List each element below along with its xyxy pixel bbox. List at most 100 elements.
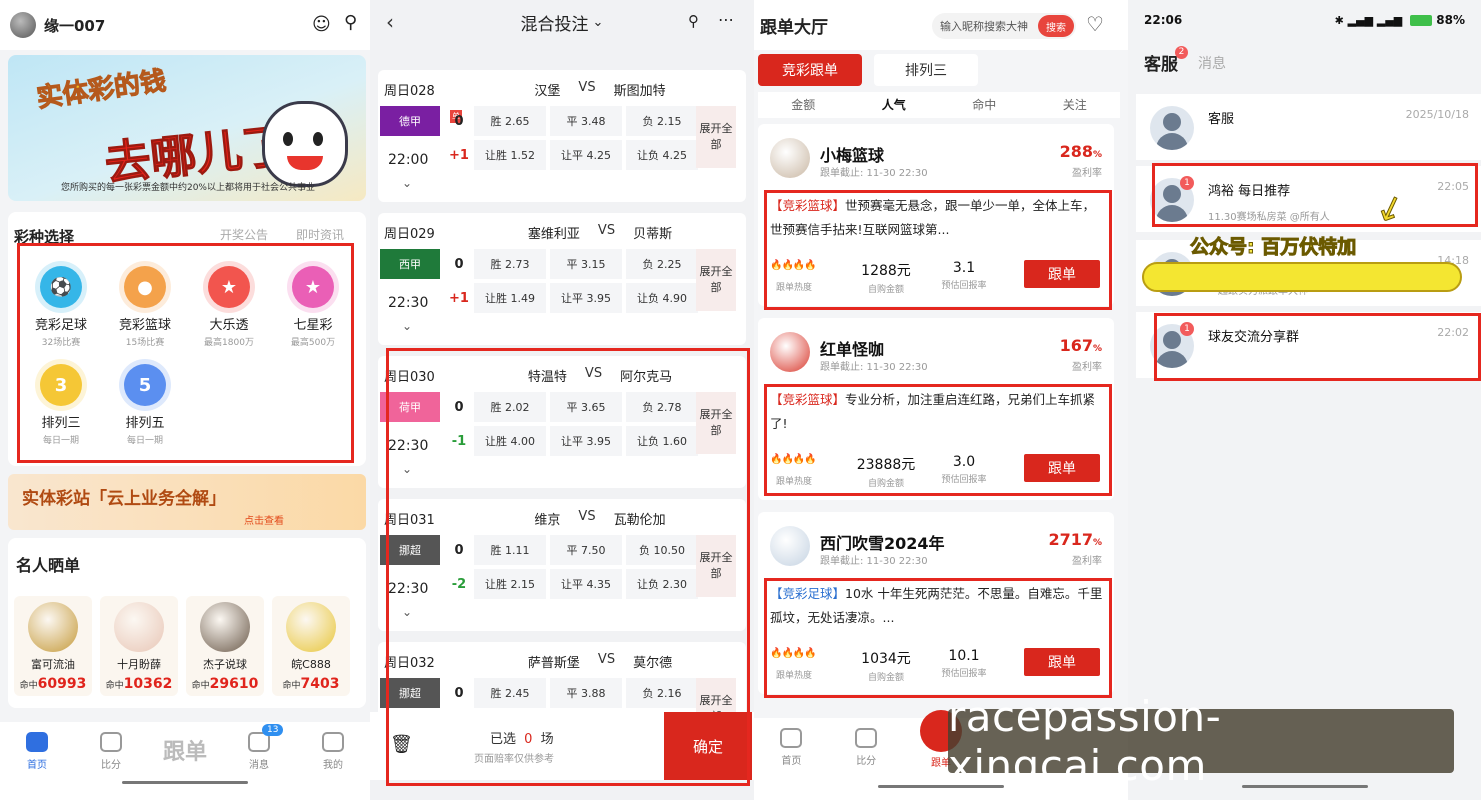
sort-amount[interactable]: 金额 [758, 92, 849, 118]
handicap-odds-row: +1 让胜 1.49 让平 3.95 让负 4.90 [448, 283, 698, 313]
follow-hall-screen: 跟单大厅 输入昵称搜索大神 搜索 ♡ 竞彩跟单 排列三 金额 人气 命中 关注 … [754, 0, 1128, 800]
draw-notice-link[interactable]: 开奖公告 [220, 226, 268, 243]
odds-cell[interactable]: 平 3.48 [550, 106, 622, 136]
celeb-avatar [286, 602, 336, 652]
tab-service[interactable]: 客服 2 [1144, 46, 1188, 75]
expand-all-button[interactable]: 展开全部 [696, 535, 736, 597]
chat-item[interactable]: 1 球友交流分享群 22:02 [1136, 312, 1481, 378]
chevron-down-icon[interactable]: ⌄ [593, 15, 604, 30]
odds-cell[interactable]: 让平 3.95 [550, 426, 622, 456]
odds-cell[interactable]: 让胜 2.15 [474, 569, 546, 599]
odds-cell[interactable]: 负 2.15 [626, 106, 698, 136]
trash-icon[interactable]: 🗑 [390, 734, 413, 755]
confirm-button[interactable]: 确定 [664, 712, 752, 780]
odds-cell[interactable]: 让平 4.35 [550, 569, 622, 599]
expert-card[interactable]: 红单怪咖 跟单截止: 11-30 22:30 167% 盈利率 【竞彩篮球】专业分析，加… [758, 318, 1114, 500]
status-bar: 22:06 ✱ ▂▄▆ ▂▄▆ 88% [1128, 0, 1481, 40]
match-number: 周日030 [384, 370, 435, 385]
odds-cell[interactable]: 平 3.88 [550, 678, 622, 708]
odds-cell[interactable]: 平 3.15 [550, 249, 622, 279]
tab-follow[interactable]: 跟单 [148, 722, 222, 800]
lottery-item[interactable]: ★ 大乐透 最高1800万 [190, 266, 268, 348]
chat-item[interactable]: 客服 2025/10/18 [1136, 94, 1481, 160]
odds-cell[interactable]: 负 10.50 [626, 535, 698, 565]
odds-cell[interactable]: 让胜 1.52 [474, 140, 546, 170]
celeb-card[interactable]: 富可流油命中60993 [14, 596, 92, 696]
odds-cell[interactable]: 负 2.25 [626, 249, 698, 279]
tab-home[interactable]: 首页 [754, 718, 829, 800]
lottery-ball-icon: ★ [208, 266, 250, 308]
service-icon[interactable]: ☺ [312, 14, 331, 35]
odds-cell[interactable]: 让平 4.25 [550, 140, 622, 170]
odds-cell[interactable]: 让负 4.90 [626, 283, 698, 313]
avatar[interactable] [10, 12, 36, 38]
sort-hit[interactable]: 命中 [939, 92, 1030, 118]
tab-message[interactable]: 消息 13 [222, 722, 296, 800]
heart-icon[interactable]: ♡ [1086, 12, 1104, 36]
odds-cell[interactable]: 胜 1.11 [474, 535, 546, 565]
odds-cell[interactable]: 负 2.16 [626, 678, 698, 708]
tab-score[interactable]: 比分 [74, 722, 148, 800]
follow-hall-header: 跟单大厅 输入昵称搜索大神 搜索 ♡ [754, 0, 1128, 50]
follow-button[interactable]: 跟单 [1024, 454, 1100, 482]
tab-jingcai-follow[interactable]: 竞彩跟单 [758, 54, 862, 86]
chevron-down-icon[interactable]: ⌄ [402, 605, 412, 619]
expert-card[interactable]: 小梅篮球 跟单截止: 11-30 22:30 288% 盈利率 【竞彩篮球】世预赛毫无悬… [758, 124, 1114, 306]
filter-icon[interactable]: ⚲ [688, 12, 699, 30]
odds-cell[interactable]: 平 3.65 [550, 392, 622, 422]
odds-cell[interactable]: 胜 2.73 [474, 249, 546, 279]
celeb-avatar [114, 602, 164, 652]
tab-messages[interactable]: 消息 [1198, 53, 1226, 73]
expand-all-button[interactable]: 展开全部 [696, 106, 736, 168]
odds-cell[interactable]: 胜 2.65 [474, 106, 546, 136]
more-icon[interactable]: ⋯ [718, 10, 734, 29]
odds-cell[interactable]: 让负 2.30 [626, 569, 698, 599]
expert-card[interactable]: 西门吹雪2024年 跟单截止: 11-30 22:30 2717% 盈利率 【竞彩足球】… [758, 512, 1114, 694]
tab-pailie3[interactable]: 排列三 [874, 54, 978, 86]
vs-label: VS [584, 366, 603, 381]
odds-cell[interactable]: 让胜 4.00 [474, 426, 546, 456]
promo-banner[interactable]: 实体彩站「云上业务全解」 点击查看 [8, 474, 366, 530]
lottery-item[interactable]: ⚽ 竞彩足球 32场比赛 [22, 266, 100, 348]
tab-mine[interactable]: 我的 [296, 722, 370, 800]
chevron-down-icon[interactable]: ⌄ [402, 319, 412, 333]
chevron-down-icon[interactable]: ⌄ [402, 176, 412, 190]
sort-popularity[interactable]: 人气 [849, 92, 940, 118]
lottery-item[interactable]: 3 排列三 每日一期 [22, 364, 100, 446]
chat-item[interactable]: 1 鸿裕 每日推荐 22:05 11.30赛场私房菜 @所有人 [1136, 166, 1481, 232]
search-icon[interactable]: ⚲ [344, 12, 357, 33]
celeb-hit: 命中60993 [14, 676, 92, 692]
odds-cell[interactable]: 胜 2.02 [474, 392, 546, 422]
odds-cell[interactable]: 让负 1.60 [626, 426, 698, 456]
celeb-card[interactable]: 杰子说球 命中29610 [186, 596, 264, 696]
celeb-card[interactable]: 十月盼薛 命中10362 [100, 596, 178, 696]
follow-button[interactable]: 跟单 [1024, 260, 1100, 288]
back-icon[interactable]: ‹ [386, 10, 394, 34]
lottery-item[interactable]: ★ 七星彩 最高500万 [274, 266, 352, 348]
odds-cell[interactable]: 让负 4.25 [626, 140, 698, 170]
news-link[interactable]: 即时资讯 [296, 226, 344, 243]
lottery-item[interactable]: 5 排列五 每日一期 [106, 364, 184, 446]
expert-avatar [770, 526, 810, 566]
odds-cell[interactable]: 负 2.78 [626, 392, 698, 422]
sort-follow[interactable]: 关注 [1030, 92, 1121, 118]
lottery-item[interactable]: ● 竞彩篮球 15场比赛 [106, 266, 184, 348]
celeb-card[interactable]: 皖C888 命中7403 [272, 596, 350, 696]
home-team: 特温特 [527, 370, 567, 385]
chat-name: 鸿裕 每日推荐 [1208, 184, 1291, 199]
chevron-down-icon[interactable]: ⌄ [402, 462, 412, 476]
page-title[interactable]: 混合投注 [521, 10, 589, 35]
odds-cell[interactable]: 胜 2.45 [474, 678, 546, 708]
promo-link[interactable]: 点击查看 [244, 512, 284, 527]
follow-button[interactable]: 跟单 [1024, 648, 1100, 676]
tab-home[interactable]: 首页 [0, 722, 74, 800]
odds-cell[interactable]: 让平 3.95 [550, 283, 622, 313]
odds-cell[interactable]: 平 7.50 [550, 535, 622, 565]
celeb-name: 富可流油 [31, 658, 75, 671]
odds-cell[interactable]: 让胜 1.49 [474, 283, 546, 313]
search-input[interactable]: 输入昵称搜索大神 搜索 [932, 13, 1076, 39]
expand-all-button[interactable]: 展开全部 [696, 249, 736, 311]
expand-all-button[interactable]: 展开全部 [696, 392, 736, 454]
home-banner[interactable]: 实体彩的钱 去哪儿了? 您所购买的每一张彩票金额中约20%以上都将用于社会公共事… [8, 55, 366, 201]
search-button[interactable]: 搜索 [1038, 15, 1074, 37]
